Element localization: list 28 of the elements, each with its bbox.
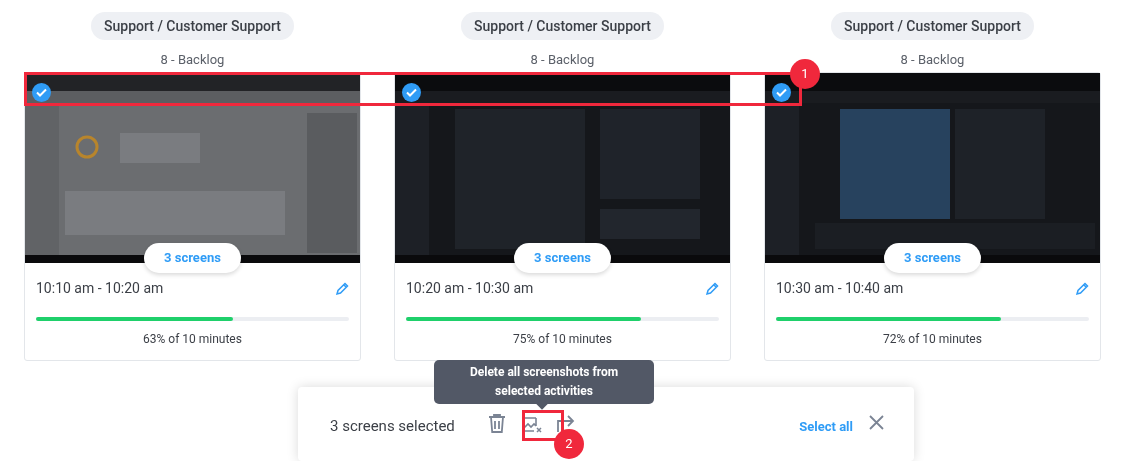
task-label: 8 - Backlog [530,52,595,68]
project-tag: Support / Customer Support [91,12,294,40]
forward-arrow-icon[interactable] [555,414,576,433]
screens-button[interactable]: 3 screens [144,243,241,273]
task-label: 8 - Backlog [900,52,965,68]
step-number: 1 [790,59,820,89]
time-range: 10:20 am - 10:30 am [406,279,534,298]
project-tag: Support / Customer Support [831,12,1034,40]
checkbox[interactable] [32,83,51,102]
pencil-icon[interactable] [335,281,349,296]
duration-summary: 75% of 10 minutes [512,331,613,348]
time-range: 10:10 am - 10:20 am [36,279,164,298]
close-icon[interactable] [869,415,884,430]
trash-icon[interactable] [487,413,506,434]
pencil-icon[interactable] [705,281,719,296]
selection-count: 3 screens selected [330,416,455,437]
duration-summary: 63% of 10 minutes [142,331,243,348]
pencil-icon[interactable] [1075,281,1089,296]
task-label: 8 - Backlog [160,52,225,68]
time-range: 10:30 am - 10:40 am [776,279,904,298]
tooltip: Delete all screenshots from selected activities [434,360,654,404]
checkbox[interactable] [402,83,421,102]
duration-summary: 72% of 10 minutes [882,331,983,348]
checkbox[interactable] [772,83,791,102]
select-all-link[interactable]: Select all [799,417,853,437]
project-tag: Support / Customer Support [461,12,664,40]
screens-button[interactable]: 3 screens [884,243,981,273]
screens-button[interactable]: 3 screens [514,243,611,273]
